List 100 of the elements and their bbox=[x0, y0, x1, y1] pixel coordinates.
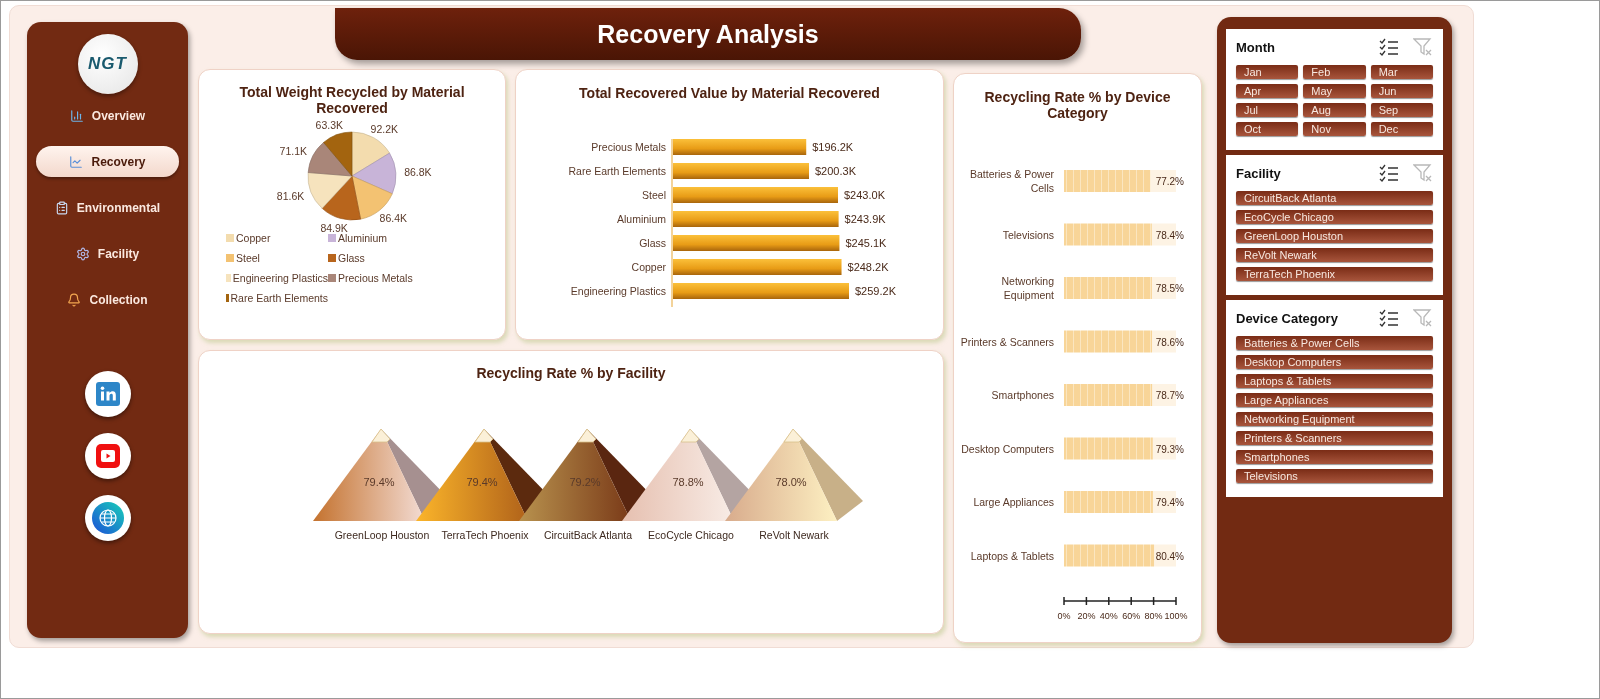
data-label: $248.2K bbox=[847, 261, 888, 273]
data-label: 79.4% bbox=[1155, 497, 1184, 508]
data-label: 84.9K bbox=[320, 222, 348, 232]
tick-label: 100% bbox=[1164, 611, 1187, 621]
slicer-item[interactable]: Jul bbox=[1236, 103, 1299, 117]
slicer-item[interactable]: EcoCycle Chicago bbox=[1236, 210, 1433, 224]
nav-item[interactable]: Recovery bbox=[36, 146, 179, 177]
axis-label: Large Appliances bbox=[972, 496, 1054, 508]
linkedin-icon bbox=[95, 382, 120, 406]
axis-label: Televisions bbox=[1002, 228, 1054, 241]
youtube-button[interactable] bbox=[84, 433, 131, 479]
data-label: 78.4% bbox=[1155, 229, 1184, 241]
axis-label: Steel bbox=[641, 189, 666, 201]
line-chart-icon bbox=[69, 154, 84, 169]
linkedin-button[interactable] bbox=[84, 371, 131, 417]
slicer-item[interactable]: Laptops & Tablets bbox=[1236, 374, 1433, 388]
data-label: 63.3K bbox=[315, 119, 343, 132]
legend-item: Copper bbox=[226, 232, 328, 244]
slicer-item[interactable]: Televisions bbox=[1236, 469, 1433, 483]
slicer-item[interactable]: CircuitBack Atlanta bbox=[1236, 191, 1433, 205]
clipboard-icon bbox=[54, 200, 69, 215]
data-label: $243.0K bbox=[843, 189, 885, 201]
data-label: 71.1K bbox=[279, 145, 307, 158]
bell-icon bbox=[67, 292, 82, 307]
slicer-item[interactable]: Oct bbox=[1236, 122, 1299, 136]
slicer-item[interactable]: Networking Equipment bbox=[1236, 412, 1433, 426]
tick-label: 60% bbox=[1121, 611, 1140, 621]
slicer-item[interactable]: Aug bbox=[1303, 103, 1366, 117]
data-label: 79.4% bbox=[363, 476, 395, 488]
legend-item: Rare Earth Elements bbox=[226, 292, 328, 304]
axis-label: Networking Equipment bbox=[1000, 275, 1054, 301]
axis-label: Desktop Computers bbox=[960, 442, 1054, 455]
data-label: 78.6% bbox=[1155, 336, 1184, 348]
data-label: 86.8K bbox=[404, 166, 432, 179]
legend-item: Aluminium bbox=[328, 232, 438, 244]
nav-item[interactable]: Facility bbox=[36, 238, 179, 269]
nav-item[interactable]: Overview bbox=[36, 100, 179, 131]
slicer-item[interactable]: Desktop Computers bbox=[1236, 355, 1433, 369]
slicer-title: Device Category bbox=[1236, 310, 1338, 326]
data-label: 92.2K bbox=[370, 122, 399, 135]
chart-title: Total Weight Recycled by Material Recovered bbox=[238, 84, 466, 116]
axis-label: Copper bbox=[631, 261, 666, 273]
tick-label: 0% bbox=[1057, 611, 1070, 621]
axis-label: Printers & Scanners bbox=[960, 335, 1054, 348]
data-label: $196.2K bbox=[811, 141, 853, 153]
data-label: $200.3K bbox=[814, 165, 856, 177]
slicer-item[interactable]: Sep bbox=[1370, 103, 1433, 117]
tick-label: 20% bbox=[1076, 611, 1095, 621]
axis-label: CircuitBack Atlanta bbox=[543, 529, 633, 541]
multi-select-icon[interactable] bbox=[1379, 309, 1399, 327]
axis-label: EcoCycle Chicago bbox=[648, 529, 734, 541]
slicer-item[interactable]: ReVolt Newark bbox=[1236, 248, 1433, 262]
data-label: 78.0% bbox=[775, 476, 807, 488]
data-label: 78.8% bbox=[672, 476, 704, 488]
data-label: $259.2K bbox=[854, 285, 896, 297]
axis-label: Engineering Plastics bbox=[570, 285, 666, 297]
data-label: 79.3% bbox=[1155, 443, 1184, 455]
slicer-item[interactable]: Mar bbox=[1370, 65, 1433, 79]
data-label: $243.9K bbox=[844, 213, 886, 225]
data-label: 78.5% bbox=[1155, 283, 1184, 294]
slicer-item[interactable]: Nov bbox=[1303, 122, 1366, 136]
slicer-item[interactable]: Batteries & Power Cells bbox=[1236, 336, 1433, 350]
slicer-item[interactable]: Dec bbox=[1370, 122, 1433, 136]
page-title: Recovery Analysis bbox=[335, 8, 1081, 60]
legend-item: Steel bbox=[226, 252, 328, 264]
data-label: 79.4% bbox=[466, 476, 498, 488]
data-label: 81.6K bbox=[276, 189, 305, 202]
legend-item: Engineering Plastics bbox=[226, 272, 328, 284]
slicer-item[interactable]: GreenLoop Houston bbox=[1236, 229, 1433, 243]
slicer-item[interactable]: Jun bbox=[1370, 84, 1433, 98]
bar-chart-icon bbox=[69, 108, 84, 123]
axis-label: Batteries & Power Cells bbox=[969, 168, 1054, 194]
axis-label: Smartphones bbox=[991, 389, 1054, 401]
gear-icon bbox=[75, 246, 90, 261]
slicer-item[interactable]: Printers & Scanners bbox=[1236, 431, 1433, 445]
nav-item[interactable]: Environmental bbox=[36, 192, 179, 223]
multi-select-icon[interactable] bbox=[1379, 164, 1399, 182]
nav-item[interactable]: Collection bbox=[36, 284, 179, 315]
axis-label: TerraTech Phoenix bbox=[441, 529, 529, 541]
slicer-item[interactable]: Apr bbox=[1236, 84, 1299, 98]
slicer-item[interactable]: Smartphones bbox=[1236, 450, 1433, 464]
axis-label: Laptops & Tablets bbox=[970, 549, 1054, 562]
data-label: $245.1K bbox=[844, 237, 886, 249]
website-button[interactable] bbox=[84, 495, 131, 541]
slicer-title: Facility bbox=[1236, 165, 1281, 181]
logo: NGT bbox=[77, 34, 138, 94]
axis-label: ReVolt Newark bbox=[759, 529, 829, 541]
slicer-item[interactable]: Feb bbox=[1303, 65, 1366, 79]
axis-label: Rare Earth Elements bbox=[568, 165, 666, 177]
chart-title: Recycling Rate % by Device Category bbox=[983, 89, 1172, 121]
slicer-item[interactable]: TerraTech Phoenix bbox=[1236, 267, 1433, 281]
axis-label: Glass bbox=[638, 237, 666, 249]
multi-select-icon[interactable] bbox=[1379, 38, 1399, 56]
slicer-item[interactable]: Large Appliances bbox=[1236, 393, 1433, 407]
data-label: 80.4% bbox=[1155, 550, 1184, 562]
data-label: 79.2% bbox=[569, 476, 601, 488]
data-label: 78.7% bbox=[1155, 390, 1184, 401]
slicer-item[interactable]: May bbox=[1303, 84, 1366, 98]
tick-label: 40% bbox=[1099, 611, 1118, 621]
slicer-item[interactable]: Jan bbox=[1236, 65, 1299, 79]
